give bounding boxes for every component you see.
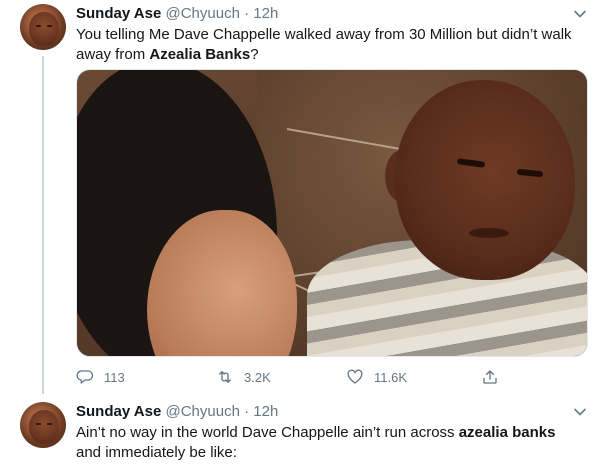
heart-icon — [347, 369, 363, 384]
avatar-eye — [47, 25, 52, 27]
retweet-count: 3.2K — [244, 369, 271, 385]
display-name[interactable]: Sunday Ase — [76, 5, 161, 22]
tweet-text-part: and immediately be like: — [76, 444, 237, 461]
reply-icon — [76, 370, 94, 384]
separator: · — [244, 5, 250, 22]
user-handle[interactable]: @Chyuuch — [165, 403, 239, 420]
timestamp[interactable]: 12h — [253, 403, 278, 420]
tweet-text-part: ? — [250, 46, 259, 63]
image-child-mouth — [469, 228, 509, 238]
tweet-text-part: Ain’t no way in the world Dave Chappelle… — [76, 424, 459, 441]
tweet[interactable]: Sunday Ase @Chyuuch · 12h You telling Me… — [0, 0, 611, 400]
tweet-header: Sunday Ase @Chyuuch · 12h — [76, 5, 278, 23]
display-name[interactable]: Sunday Ase — [76, 403, 161, 420]
tweet-header: Sunday Ase @Chyuuch · 12h — [76, 403, 278, 421]
retweet-button[interactable]: 3.2K — [216, 368, 271, 386]
avatar[interactable] — [20, 402, 66, 448]
avatar-eye — [36, 25, 41, 27]
retweet-icon — [219, 371, 231, 383]
tweet-text: Ain’t no way in the world Dave Chappelle… — [76, 423, 576, 463]
tweet-image[interactable] — [76, 69, 588, 357]
separator: · — [244, 403, 250, 420]
chevron-down-icon[interactable] — [573, 405, 587, 419]
tweet-text: You telling Me Dave Chappelle walked awa… — [76, 25, 576, 65]
timestamp[interactable]: 12h — [253, 5, 278, 22]
avatar-face — [29, 12, 59, 46]
reply-count: 113 — [104, 369, 125, 385]
share-button[interactable] — [481, 368, 499, 386]
tweet-actions: 113 3.2K 11.6K — [76, 368, 499, 386]
like-button[interactable]: 11.6K — [346, 368, 407, 386]
reply-button[interactable]: 113 — [76, 368, 125, 386]
tweet-text-bold: azealia banks — [458, 424, 556, 441]
avatar-eye — [36, 423, 41, 425]
avatar-face — [29, 410, 59, 444]
avatar[interactable] — [20, 4, 66, 50]
tweet[interactable]: Sunday Ase @Chyuuch · 12h Ain’t no way i… — [0, 400, 611, 468]
like-count: 11.6K — [374, 369, 408, 385]
avatar-eye — [47, 423, 52, 425]
thread-line — [42, 56, 44, 394]
tweet-text-bold: Azealia Banks — [149, 46, 251, 63]
chevron-down-icon[interactable] — [573, 7, 587, 21]
user-handle[interactable]: @Chyuuch — [165, 5, 239, 22]
share-icon — [483, 370, 497, 384]
image-child-head — [395, 80, 575, 280]
